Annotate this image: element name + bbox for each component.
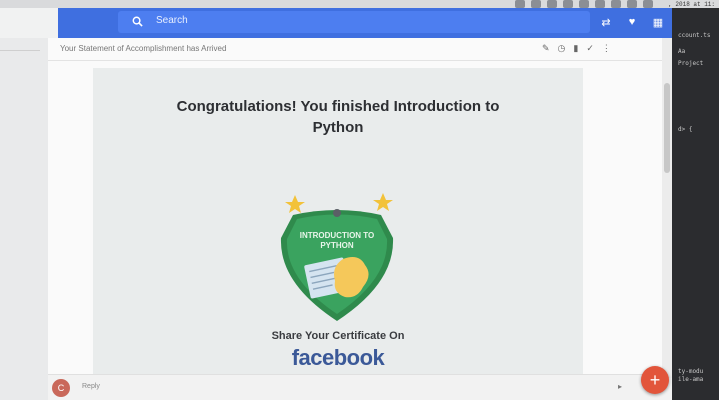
snooze-icon[interactable]: ◷	[558, 43, 566, 54]
code-line: Project	[678, 60, 704, 67]
status-icon[interactable]	[547, 0, 557, 8]
delete-icon[interactable]: ▮	[573, 43, 578, 54]
star-icon	[373, 193, 393, 211]
apps-grid-icon[interactable]: ▦	[650, 14, 666, 30]
status-icon[interactable]	[595, 0, 605, 8]
app-header: Search ⇄ ♥ ▦ ● C	[58, 8, 672, 38]
status-icon[interactable]	[563, 0, 573, 8]
message-subject: Your Statement of Accomplishment has Arr…	[60, 44, 227, 53]
code-editor-panel: ccount.ts Aa Project d> { ty-modu ile-am…	[672, 8, 719, 400]
share-label: Share Your Certificate On	[271, 330, 405, 342]
code-line: ile-ama	[678, 376, 704, 383]
status-icon[interactable]	[643, 0, 653, 8]
svg-text:✦: ✦	[273, 278, 274, 288]
reply-avatar: C	[52, 379, 70, 397]
title-line: Congratulations! You finished Introducti…	[176, 98, 500, 115]
mail-window: Search ⇄ ♥ ▦ ● C Your Statement of Accom…	[0, 8, 672, 400]
badge-line: INTRODUCTION TO	[300, 231, 375, 240]
certificate-title: Congratulations! You finished Introducti…	[93, 96, 583, 138]
reply-button[interactable]: Reply	[82, 383, 100, 390]
star-icon	[285, 195, 305, 213]
scroll-thumb[interactable]	[664, 83, 670, 173]
reply-bar: C Reply ▸	[48, 374, 672, 400]
toggle-icon[interactable]: ⇄	[598, 14, 614, 30]
scrollbar[interactable]	[662, 38, 672, 378]
code-line: ty-modu	[678, 368, 704, 375]
status-icon[interactable]	[611, 0, 621, 8]
done-icon[interactable]: ✓	[586, 43, 594, 54]
header-actions: ⇄ ♥ ▦ ● C	[598, 14, 672, 30]
status-icon[interactable]	[531, 0, 541, 8]
menu-bar-icons	[515, 0, 653, 8]
code-line: ccount.ts	[678, 32, 711, 39]
status-icon[interactable]	[515, 0, 525, 8]
more-icon[interactable]: ⋮	[602, 43, 611, 54]
search-placeholder: Search	[156, 15, 188, 26]
extension-icon[interactable]: ♥	[624, 14, 640, 30]
search-input[interactable]: Search	[118, 11, 590, 33]
pin-icon[interactable]: ✎	[542, 43, 550, 54]
compose-button[interactable]: +	[641, 366, 669, 394]
message-header: Your Statement of Accomplishment has Arr…	[48, 38, 672, 61]
title-line: Python	[312, 119, 364, 136]
code-line: Aa	[678, 48, 686, 55]
message-pane: Your Statement of Accomplishment has Arr…	[48, 38, 672, 400]
certificate-card: Congratulations! You finished Introducti…	[93, 68, 583, 400]
divider	[0, 50, 40, 51]
status-icon[interactable]	[579, 0, 589, 8]
facebook-share-link[interactable]: facebook	[93, 345, 583, 371]
code-line: d> {	[678, 126, 693, 133]
system-clock: , 2018 at 11:	[668, 1, 715, 8]
badge-line: PYTHON	[320, 241, 354, 250]
status-icon[interactable]	[627, 0, 637, 8]
left-sidebar	[0, 38, 49, 400]
search-icon[interactable]	[132, 16, 143, 27]
message-actions: ✎ ◷ ▮ ✓ ⋮	[542, 43, 611, 54]
course-badge: ✦ + INTRODUCTION TO PYTHON	[273, 193, 394, 321]
forward-icon[interactable]: ▸	[618, 382, 622, 391]
